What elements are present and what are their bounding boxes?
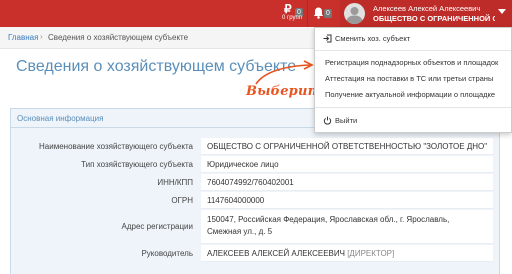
address-line-1: 150047, Российская Федерация, Ярославска… <box>207 215 450 224</box>
info-row-name: Наименование хозяйствующего субъекта ОБЩ… <box>19 138 493 155</box>
payments-groups-label: 0 групп <box>282 15 302 21</box>
payments-menu[interactable]: ₽ 0 0 групп <box>281 0 305 27</box>
info-row-head: Руководитель АЛЕКСЕЕВ АЛЕКСЕЙ АЛЕКСЕЕВИЧ… <box>19 245 493 262</box>
top-navbar: ₽ 0 0 групп 0 Алексеев Алексей Алексееви… <box>0 0 512 27</box>
menu-item-label: Получение актуальной информации о площад… <box>325 90 496 99</box>
breadcrumb-current: Сведения о хозяйствующем субъекте <box>48 33 189 42</box>
user-full-name: Алексеев Алексей Алексеевич <box>373 4 481 13</box>
navbar-divider <box>307 0 308 27</box>
power-icon <box>323 116 332 127</box>
info-row-address: Адрес регистрации 150047, Российская Фед… <box>19 210 493 244</box>
notifications-count-badge: 0 <box>324 9 332 18</box>
info-label: Наименование хозяйствующего субъекта <box>19 138 199 155</box>
menu-item-attestation[interactable]: Аттестация на поставки в ТС или третьи с… <box>315 74 511 86</box>
user-dropdown-menu: Сменить хоз. субъект Регистрация поднадз… <box>314 27 512 133</box>
avatar <box>344 3 365 24</box>
info-value: ОБЩЕСТВО С ОГРАНИЧЕННОЙ ОТВЕТСТВЕННОСТЬЮ… <box>201 138 493 155</box>
breadcrumb-home-link[interactable]: Главная <box>8 33 38 42</box>
menu-item-info[interactable]: Получение актуальной информации о площад… <box>315 90 511 102</box>
user-organization: ОБЩЕСТВО С ОГРАНИЧЕННОЙ ОТВЕ <box>373 14 495 23</box>
info-value: 1147604000000 <box>201 192 493 209</box>
panel-body: Наименование хозяйствующего субъекта ОБЩ… <box>11 128 499 274</box>
info-label: Тип хозяйствующего субъекта <box>19 156 199 173</box>
panel-title: Основная информация <box>17 114 104 123</box>
director-name: АЛЕКСЕЕВ АЛЕКСЕЙ АЛЕКСЕЕВИЧ <box>207 249 345 258</box>
info-label: ИНН/КПП <box>19 174 199 191</box>
director-position: [ДИРЕКТОР] <box>347 249 395 258</box>
menu-divider <box>315 50 511 51</box>
info-row-type: Тип хозяйствующего субъекта Юридическое … <box>19 156 493 173</box>
menu-item-registration[interactable]: Регистрация поднадзорных объектов и площ… <box>315 58 511 70</box>
info-row-ogrn: ОГРН 1147604000000 <box>19 192 493 209</box>
info-value: 150047, Российская Федерация, Ярославска… <box>201 210 493 244</box>
menu-item-label: Регистрация поднадзорных объектов и площ… <box>325 58 499 67</box>
switch-entity-item[interactable]: Сменить хоз. субъект <box>315 34 511 46</box>
switch-entity-label: Сменить хоз. субъект <box>335 34 411 43</box>
notifications-menu[interactable]: 0 <box>311 0 337 27</box>
menu-divider <box>315 107 511 108</box>
menu-item-label: Аттестация на поставки в ТС или третьи с… <box>325 74 494 83</box>
info-row-inn: ИНН/КПП 7604074992/760402001 <box>19 174 493 191</box>
bell-icon <box>313 6 324 24</box>
sign-in-icon <box>323 34 332 45</box>
info-label: Адрес регистрации <box>19 210 199 244</box>
address-line-2: Смежная ул., д. 5 <box>207 227 273 236</box>
user-menu-toggle[interactable]: Алексеев Алексей Алексеевич ОБЩЕСТВО С О… <box>340 0 512 27</box>
logout-label: Выйти <box>335 116 358 125</box>
caret-down-icon <box>498 9 506 14</box>
breadcrumb-separator: › <box>40 32 43 41</box>
logout-item[interactable]: Выйти <box>315 116 511 128</box>
info-label: Руководитель <box>19 245 199 262</box>
info-value: АЛЕКСЕЕВ АЛЕКСЕЙ АЛЕКСЕЕВИЧ [ДИРЕКТОР] <box>201 245 493 262</box>
info-value: Юридическое лицо <box>201 156 493 173</box>
info-label: ОГРН <box>19 192 199 209</box>
ruble-icon: ₽ <box>284 2 292 16</box>
info-value: 7604074992/760402001 <box>201 174 493 191</box>
